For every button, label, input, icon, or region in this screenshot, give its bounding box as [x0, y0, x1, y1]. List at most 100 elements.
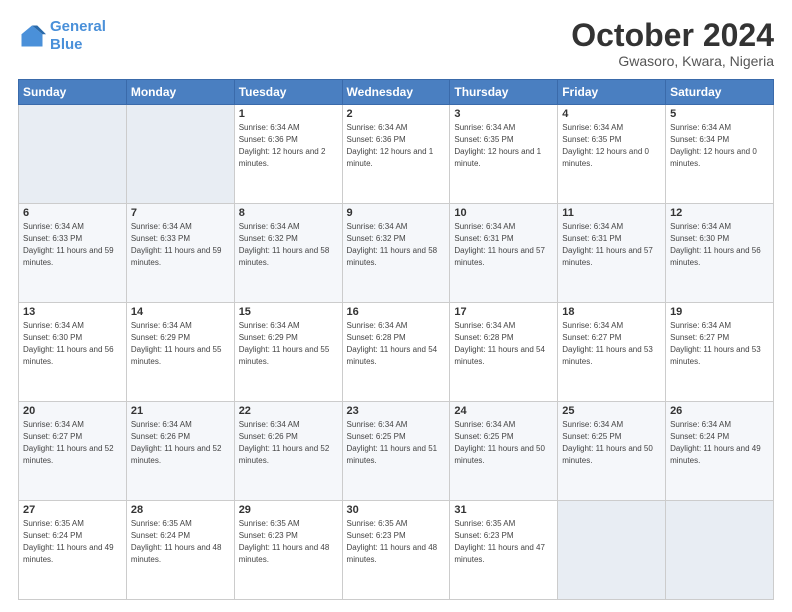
sunset-text: Sunset: 6:23 PM [239, 530, 338, 542]
calendar-cell: 16 Sunrise: 6:34 AM Sunset: 6:28 PM Dayl… [342, 303, 450, 402]
day-number: 29 [239, 504, 338, 516]
daylight-text: Daylight: 11 hours and 57 minutes. [454, 245, 553, 269]
sunrise-text: Sunrise: 6:34 AM [562, 419, 661, 431]
sunset-text: Sunset: 6:33 PM [23, 233, 122, 245]
calendar-cell [19, 105, 127, 204]
header: General Blue October 2024 Gwasoro, Kwara… [18, 18, 774, 69]
sunrise-text: Sunrise: 6:35 AM [131, 518, 230, 530]
day-number: 28 [131, 504, 230, 516]
day-number: 7 [131, 207, 230, 219]
day-number: 25 [562, 405, 661, 417]
day-number: 14 [131, 306, 230, 318]
sunset-text: Sunset: 6:24 PM [131, 530, 230, 542]
day-info: Sunrise: 6:34 AM Sunset: 6:26 PM Dayligh… [239, 419, 338, 467]
daylight-text: Daylight: 11 hours and 59 minutes. [131, 245, 230, 269]
daylight-text: Daylight: 11 hours and 51 minutes. [347, 443, 446, 467]
day-number: 23 [347, 405, 446, 417]
sunset-text: Sunset: 6:34 PM [670, 134, 769, 146]
calendar-table: Sunday Monday Tuesday Wednesday Thursday… [18, 79, 774, 600]
sunset-text: Sunset: 6:26 PM [239, 431, 338, 443]
calendar-cell: 24 Sunrise: 6:34 AM Sunset: 6:25 PM Dayl… [450, 402, 558, 501]
day-number: 26 [670, 405, 769, 417]
day-number: 12 [670, 207, 769, 219]
sunrise-text: Sunrise: 6:34 AM [23, 221, 122, 233]
calendar-cell: 13 Sunrise: 6:34 AM Sunset: 6:30 PM Dayl… [19, 303, 127, 402]
day-info: Sunrise: 6:34 AM Sunset: 6:28 PM Dayligh… [454, 320, 553, 368]
calendar-cell: 10 Sunrise: 6:34 AM Sunset: 6:31 PM Dayl… [450, 204, 558, 303]
daylight-text: Daylight: 11 hours and 49 minutes. [670, 443, 769, 467]
day-number: 10 [454, 207, 553, 219]
col-monday: Monday [126, 80, 234, 105]
daylight-text: Daylight: 11 hours and 52 minutes. [131, 443, 230, 467]
calendar-header-row: Sunday Monday Tuesday Wednesday Thursday… [19, 80, 774, 105]
sunset-text: Sunset: 6:31 PM [562, 233, 661, 245]
daylight-text: Daylight: 11 hours and 50 minutes. [454, 443, 553, 467]
col-thursday: Thursday [450, 80, 558, 105]
sunrise-text: Sunrise: 6:35 AM [239, 518, 338, 530]
sunrise-text: Sunrise: 6:34 AM [347, 122, 446, 134]
day-info: Sunrise: 6:34 AM Sunset: 6:30 PM Dayligh… [670, 221, 769, 269]
day-info: Sunrise: 6:34 AM Sunset: 6:35 PM Dayligh… [454, 122, 553, 170]
calendar-cell: 14 Sunrise: 6:34 AM Sunset: 6:29 PM Dayl… [126, 303, 234, 402]
sunrise-text: Sunrise: 6:35 AM [454, 518, 553, 530]
sunset-text: Sunset: 6:25 PM [347, 431, 446, 443]
calendar-cell: 2 Sunrise: 6:34 AM Sunset: 6:36 PM Dayli… [342, 105, 450, 204]
day-info: Sunrise: 6:34 AM Sunset: 6:25 PM Dayligh… [347, 419, 446, 467]
day-number: 13 [23, 306, 122, 318]
day-info: Sunrise: 6:34 AM Sunset: 6:32 PM Dayligh… [347, 221, 446, 269]
day-info: Sunrise: 6:35 AM Sunset: 6:24 PM Dayligh… [131, 518, 230, 566]
calendar-cell: 21 Sunrise: 6:34 AM Sunset: 6:26 PM Dayl… [126, 402, 234, 501]
sunset-text: Sunset: 6:25 PM [454, 431, 553, 443]
day-number: 2 [347, 108, 446, 120]
sunrise-text: Sunrise: 6:34 AM [239, 221, 338, 233]
day-number: 9 [347, 207, 446, 219]
sunset-text: Sunset: 6:25 PM [562, 431, 661, 443]
col-saturday: Saturday [666, 80, 774, 105]
daylight-text: Daylight: 12 hours and 0 minutes. [562, 146, 661, 170]
calendar-cell: 1 Sunrise: 6:34 AM Sunset: 6:36 PM Dayli… [234, 105, 342, 204]
day-info: Sunrise: 6:34 AM Sunset: 6:33 PM Dayligh… [23, 221, 122, 269]
daylight-text: Daylight: 12 hours and 1 minute. [347, 146, 446, 170]
calendar-cell: 28 Sunrise: 6:35 AM Sunset: 6:24 PM Dayl… [126, 501, 234, 600]
day-info: Sunrise: 6:34 AM Sunset: 6:26 PM Dayligh… [131, 419, 230, 467]
calendar-cell: 22 Sunrise: 6:34 AM Sunset: 6:26 PM Dayl… [234, 402, 342, 501]
sunset-text: Sunset: 6:27 PM [562, 332, 661, 344]
calendar-cell: 27 Sunrise: 6:35 AM Sunset: 6:24 PM Dayl… [19, 501, 127, 600]
sunrise-text: Sunrise: 6:34 AM [454, 122, 553, 134]
daylight-text: Daylight: 12 hours and 1 minute. [454, 146, 553, 170]
day-info: Sunrise: 6:34 AM Sunset: 6:25 PM Dayligh… [562, 419, 661, 467]
day-info: Sunrise: 6:34 AM Sunset: 6:27 PM Dayligh… [23, 419, 122, 467]
sunrise-text: Sunrise: 6:34 AM [239, 419, 338, 431]
sunrise-text: Sunrise: 6:34 AM [239, 320, 338, 332]
day-number: 8 [239, 207, 338, 219]
day-info: Sunrise: 6:34 AM Sunset: 6:36 PM Dayligh… [239, 122, 338, 170]
calendar-cell: 30 Sunrise: 6:35 AM Sunset: 6:23 PM Dayl… [342, 501, 450, 600]
daylight-text: Daylight: 11 hours and 50 minutes. [562, 443, 661, 467]
sunrise-text: Sunrise: 6:35 AM [23, 518, 122, 530]
day-number: 20 [23, 405, 122, 417]
day-info: Sunrise: 6:34 AM Sunset: 6:33 PM Dayligh… [131, 221, 230, 269]
sunset-text: Sunset: 6:29 PM [239, 332, 338, 344]
sunrise-text: Sunrise: 6:34 AM [23, 419, 122, 431]
daylight-text: Daylight: 11 hours and 57 minutes. [562, 245, 661, 269]
calendar-cell: 8 Sunrise: 6:34 AM Sunset: 6:32 PM Dayli… [234, 204, 342, 303]
sunset-text: Sunset: 6:29 PM [131, 332, 230, 344]
sunrise-text: Sunrise: 6:34 AM [562, 221, 661, 233]
calendar-cell: 20 Sunrise: 6:34 AM Sunset: 6:27 PM Dayl… [19, 402, 127, 501]
day-info: Sunrise: 6:34 AM Sunset: 6:25 PM Dayligh… [454, 419, 553, 467]
day-number: 18 [562, 306, 661, 318]
calendar-cell: 23 Sunrise: 6:34 AM Sunset: 6:25 PM Dayl… [342, 402, 450, 501]
day-info: Sunrise: 6:34 AM Sunset: 6:24 PM Dayligh… [670, 419, 769, 467]
logo: General Blue [18, 18, 106, 54]
daylight-text: Daylight: 11 hours and 54 minutes. [454, 344, 553, 368]
day-info: Sunrise: 6:34 AM Sunset: 6:31 PM Dayligh… [454, 221, 553, 269]
sunrise-text: Sunrise: 6:34 AM [347, 320, 446, 332]
calendar-cell: 25 Sunrise: 6:34 AM Sunset: 6:25 PM Dayl… [558, 402, 666, 501]
daylight-text: Daylight: 11 hours and 54 minutes. [347, 344, 446, 368]
day-info: Sunrise: 6:34 AM Sunset: 6:27 PM Dayligh… [670, 320, 769, 368]
calendar-cell [558, 501, 666, 600]
daylight-text: Daylight: 11 hours and 53 minutes. [562, 344, 661, 368]
sunrise-text: Sunrise: 6:34 AM [670, 122, 769, 134]
daylight-text: Daylight: 11 hours and 58 minutes. [347, 245, 446, 269]
logo-blue: Blue [50, 36, 83, 53]
